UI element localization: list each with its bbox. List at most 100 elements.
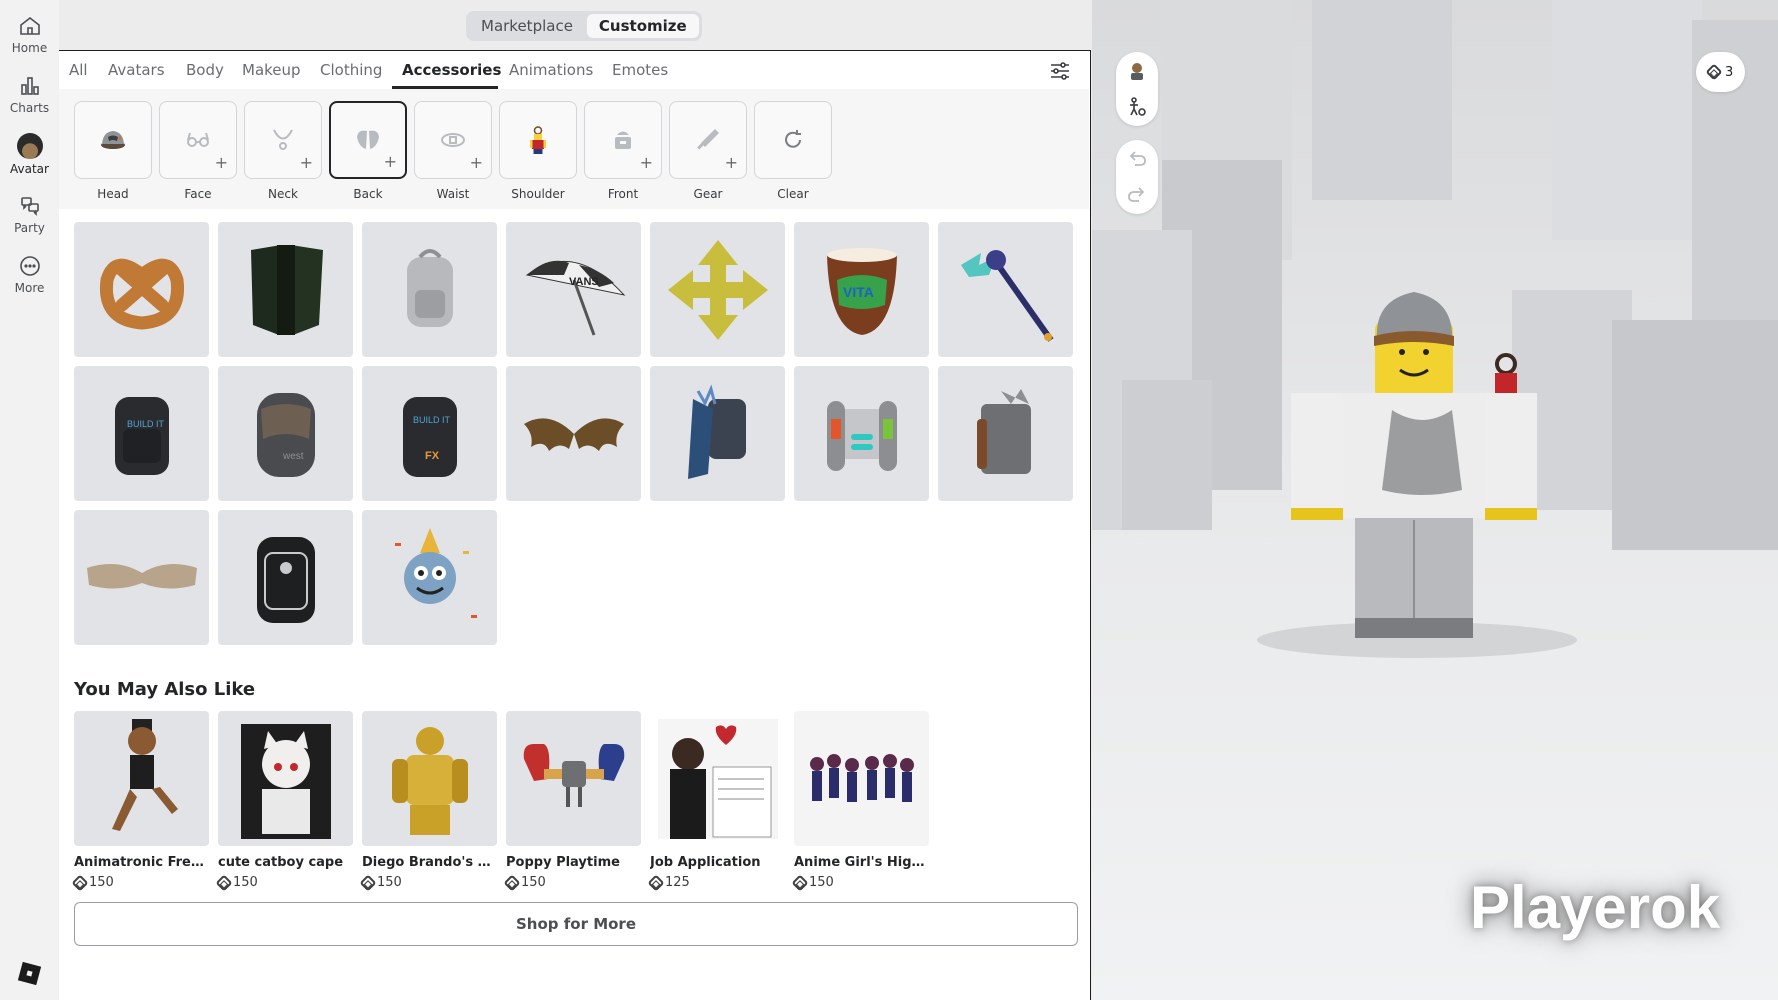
you-may-also-like-title: You May Also Like: [74, 679, 256, 700]
category-front[interactable]: + Front: [584, 101, 662, 201]
recommended-item[interactable]: Poppy Playtime 150: [503, 711, 641, 891]
nav-home-label: Home: [11, 41, 48, 55]
vita-coco-icon: VITA: [826, 247, 897, 335]
price-value: 125: [665, 875, 690, 890]
accessory-item[interactable]: [74, 222, 209, 357]
accessory-item[interactable]: [506, 366, 641, 501]
category-shoulder-label: Shoulder: [511, 187, 565, 201]
category-front-label: Front: [607, 187, 639, 201]
customize-panel: All Avatars Body Makeup Clothing Accesso…: [59, 50, 1091, 1000]
category-waist[interactable]: + Waist: [414, 101, 492, 201]
robux-icon: [1705, 63, 1723, 81]
vans-umbrella-icon: VANS: [525, 260, 625, 336]
tab-emotes[interactable]: Emotes: [612, 61, 668, 79]
filter-icon[interactable]: [1049, 60, 1071, 82]
svg-text:BUILD IT: BUILD IT: [413, 415, 451, 425]
avatar-preview-viewport[interactable]: 3 Playerok: [1092, 0, 1778, 1000]
anime-girls-icon: [809, 753, 914, 802]
nav-avatar-label: Avatar: [10, 162, 49, 176]
headshot-icon: [1131, 63, 1143, 80]
recommended-item[interactable]: cute catboy cape 150: [215, 711, 353, 891]
catboy-cape-icon: [240, 723, 331, 839]
crystal-staff-icon: [960, 249, 1053, 342]
robux-icon: [791, 874, 809, 891]
recommended-item-name: Diego Brando's THE: [362, 855, 497, 870]
tab-animations[interactable]: Animations: [509, 61, 593, 79]
nav-more[interactable]: More: [0, 254, 59, 306]
accessory-item[interactable]: [74, 510, 209, 645]
add-gear-icon: +: [724, 153, 738, 172]
accessory-item[interactable]: BUILD IT: [74, 366, 209, 501]
category-gear[interactable]: + Gear: [669, 101, 747, 201]
pretzel-icon: [99, 258, 184, 329]
category-face[interactable]: + Face: [159, 101, 237, 201]
add-neck-icon: +: [299, 153, 313, 172]
recommended-item-price: 125: [647, 874, 785, 891]
tab-clothing[interactable]: Clothing: [320, 61, 382, 79]
customize-button[interactable]: Customize: [586, 14, 699, 38]
accessory-item[interactable]: [650, 222, 785, 357]
roblox-logo-icon: [17, 961, 42, 986]
shop-for-more-button[interactable]: Shop for More: [74, 902, 1078, 946]
scene-background: [1092, 0, 1778, 658]
sand-wings-icon: [86, 563, 197, 589]
category-clear[interactable]: Clear: [754, 101, 832, 201]
marketplace-button[interactable]: Marketplace: [469, 14, 585, 38]
accessory-item[interactable]: BUILD IT FX: [362, 366, 497, 501]
accessory-item[interactable]: [362, 222, 497, 357]
recommended-item[interactable]: Diego Brando's THE 150: [359, 711, 497, 891]
recommended-item[interactable]: Job Application 125: [647, 711, 785, 891]
accessory-item[interactable]: VITA: [794, 222, 929, 357]
front-slot: +: [584, 101, 662, 179]
price-value: 150: [233, 875, 258, 890]
nav-charts[interactable]: Charts: [0, 74, 59, 126]
undo-icon: [1129, 151, 1146, 166]
recommended-item-price: 150: [791, 874, 929, 891]
category-clear-label: Clear: [777, 187, 809, 201]
category-back[interactable]: + Back: [329, 101, 407, 201]
tab-makeup[interactable]: Makeup: [242, 61, 301, 79]
category-head[interactable]: Head: [74, 101, 152, 201]
tab-accessories[interactable]: Accessories: [402, 61, 501, 79]
recommended-item-price: 150: [359, 874, 497, 891]
recommended-item-name: Animatronic Fredd...: [74, 855, 209, 870]
undo-button[interactable]: [1124, 146, 1150, 172]
category-neck[interactable]: + Neck: [244, 101, 322, 201]
nav-avatar[interactable]: Avatar: [0, 133, 59, 185]
body-settings-button[interactable]: [1124, 94, 1150, 120]
category-shoulder[interactable]: Shoulder: [499, 101, 577, 201]
robux-icon: [215, 874, 233, 891]
category-gear-label: Gear: [693, 187, 723, 201]
accessory-item[interactable]: [218, 510, 353, 645]
redo-button[interactable]: [1124, 182, 1150, 208]
nav-home[interactable]: Home: [0, 14, 59, 66]
recommended-item[interactable]: Animatronic Fredd... 150: [71, 711, 209, 891]
tab-body[interactable]: Body: [186, 61, 224, 79]
job-application-icon: [657, 718, 778, 839]
nav-party[interactable]: Party: [0, 194, 59, 246]
accessory-item[interactable]: [362, 510, 497, 645]
recommended-item[interactable]: Anime Girl's Highsc... 150: [791, 711, 929, 891]
accessory-item[interactable]: [938, 222, 1073, 357]
recommended-item-thumbnail: [794, 711, 929, 846]
recommended-item-price: 150: [71, 874, 209, 891]
accessory-item[interactable]: west: [218, 366, 353, 501]
accessory-item[interactable]: [794, 366, 929, 501]
accessory-item[interactable]: VANS: [506, 222, 641, 357]
accessory-item[interactable]: [938, 366, 1073, 501]
front-bag-icon: [615, 131, 631, 149]
accessory-item[interactable]: [218, 222, 353, 357]
recommended-item-name: Anime Girl's Highsc...: [794, 855, 929, 870]
nav-more-label: More: [14, 281, 45, 295]
body-settings-icon: [1130, 97, 1146, 116]
accessory-item[interactable]: [650, 366, 785, 501]
robux-icon: [647, 874, 665, 891]
robux-balance-button[interactable]: 3: [1696, 52, 1746, 92]
robux-balance: 3: [1725, 64, 1734, 80]
headshot-view-button[interactable]: [1124, 58, 1150, 84]
tab-avatars[interactable]: Avatars: [108, 61, 165, 79]
category-waist-label: Waist: [436, 187, 470, 201]
party-mascot-icon: [394, 527, 477, 618]
price-value: 150: [809, 875, 834, 890]
tab-all[interactable]: All: [69, 61, 88, 79]
